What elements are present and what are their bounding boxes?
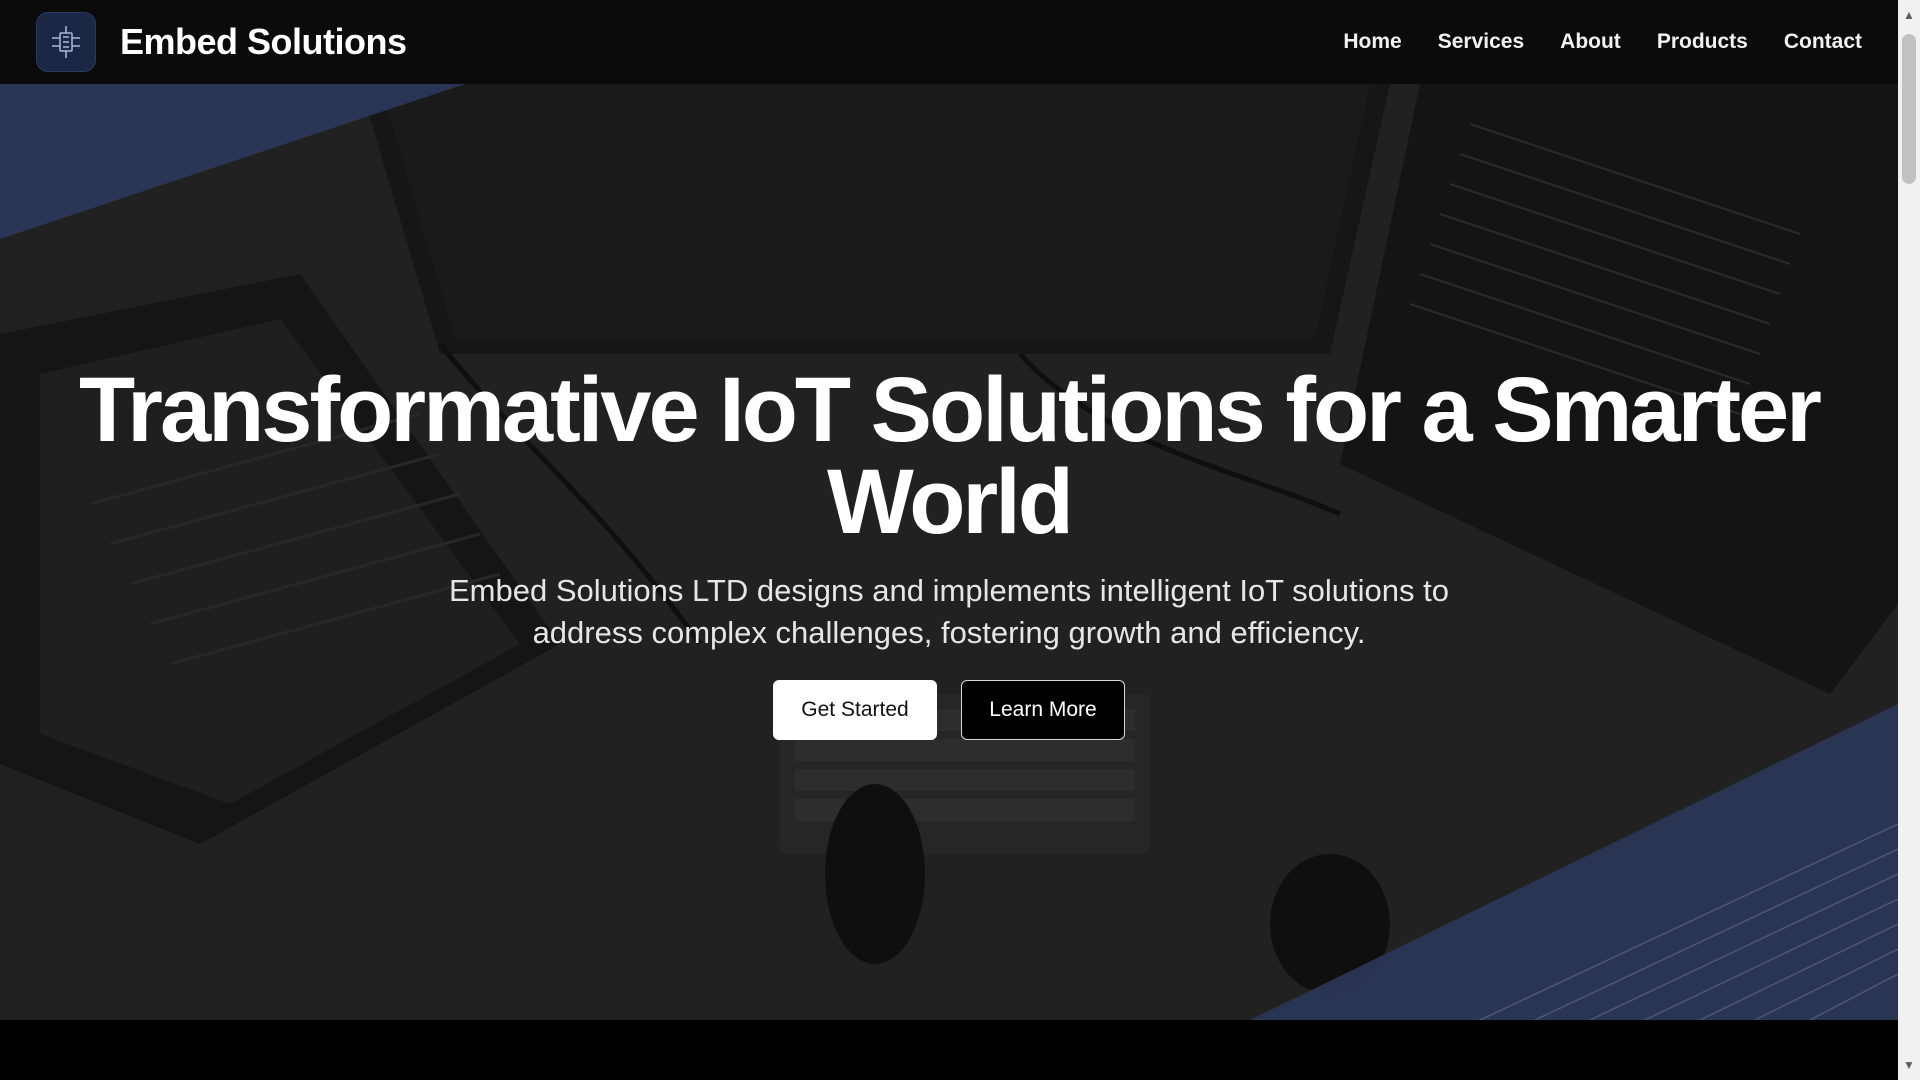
scroll-down-arrow-icon[interactable]: ▼ bbox=[1898, 1054, 1920, 1076]
learn-more-button[interactable]: Learn More bbox=[961, 680, 1125, 740]
hero-subtitle: Embed Solutions LTD designs and implemen… bbox=[448, 573, 1449, 650]
next-section bbox=[0, 1020, 1898, 1080]
navbar: Embed Solutions Home Services About Prod… bbox=[0, 0, 1898, 84]
brand-name: Embed Solutions bbox=[120, 21, 407, 62]
hero-title: Transformative IoT Solutions for a Smart… bbox=[79, 359, 1822, 553]
page: Embed Solutions Home Services About Prod… bbox=[0, 0, 1898, 1080]
nav-home[interactable]: Home bbox=[1343, 30, 1401, 54]
vertical-scrollbar[interactable]: ▲ ▼ bbox=[1898, 0, 1920, 1080]
main-nav: Home Services About Products Contact bbox=[1343, 30, 1862, 54]
nav-services[interactable]: Services bbox=[1438, 30, 1524, 54]
scroll-up-arrow-icon[interactable]: ▲ bbox=[1898, 4, 1920, 26]
nav-products[interactable]: Products bbox=[1657, 30, 1748, 54]
brand[interactable]: Embed Solutions bbox=[36, 12, 407, 72]
nav-contact[interactable]: Contact bbox=[1784, 30, 1862, 54]
circuit-chip-icon bbox=[36, 12, 96, 72]
hero-section: Transformative IoT Solutions for a Smart… bbox=[0, 84, 1898, 1020]
get-started-button[interactable]: Get Started bbox=[773, 680, 937, 740]
hero-cta-group: Get Started Learn More bbox=[0, 680, 1898, 740]
hero-content: Transformative IoT Solutions for a Smart… bbox=[0, 364, 1898, 740]
nav-about[interactable]: About bbox=[1560, 30, 1621, 54]
scrollbar-thumb[interactable] bbox=[1902, 34, 1916, 184]
